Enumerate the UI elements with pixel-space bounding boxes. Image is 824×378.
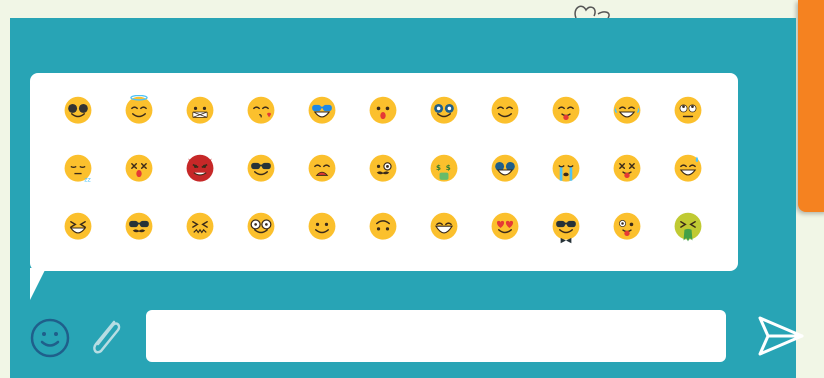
nerd-glasses-glyph	[430, 96, 458, 124]
emoji-smiling-icon[interactable]	[292, 203, 352, 253]
dizzy-face-glyph	[125, 154, 153, 182]
emoji-nerd-glasses-icon[interactable]	[414, 87, 474, 137]
emoji-kissing-heart-icon[interactable]	[231, 87, 291, 137]
round-glasses-glyph	[247, 212, 275, 240]
emoji-mouth-tape-icon[interactable]	[170, 87, 230, 137]
dead-tongue-glyph	[613, 154, 641, 182]
emoji-dark-sunglasses-icon[interactable]	[231, 145, 291, 195]
sunglasses-round-glyph	[64, 96, 92, 124]
emoji-money-mouth-icon[interactable]: $ $	[414, 145, 474, 195]
sweat-grin-glyph	[674, 154, 702, 182]
svg-text:zz: zz	[84, 177, 91, 184]
sleepy-glyph: zz	[64, 154, 92, 184]
tongue-out-glyph	[552, 96, 580, 124]
emoji-goofy-icon[interactable]	[597, 203, 657, 253]
paperclip-icon[interactable]	[84, 314, 126, 360]
emoji-sunglasses-round-icon[interactable]	[48, 87, 108, 137]
heart-eyes-glyph	[491, 212, 519, 240]
message-input[interactable]	[146, 310, 726, 362]
kissing-heart-glyph	[247, 96, 275, 124]
emoji-tears-of-joy-icon[interactable]	[597, 87, 657, 137]
emoji-sad-frown-icon[interactable]	[292, 145, 352, 195]
emoji-tongue-out-icon[interactable]	[536, 87, 596, 137]
sad-frown-glyph	[308, 154, 336, 182]
upside-down-glyph	[369, 212, 397, 240]
chat-panel: zz $ $	[10, 18, 804, 378]
emoji-dizzy-face-icon[interactable]	[109, 145, 169, 195]
mustache-sunglasses-glyph	[125, 212, 153, 240]
confounded-glyph	[186, 212, 214, 240]
mouth-tape-glyph	[186, 96, 214, 124]
svg-text:$: $	[436, 163, 441, 172]
composer-bar	[10, 300, 804, 378]
emoji-cool-sunglasses-icon[interactable]	[292, 87, 352, 137]
emoji-nauseated-icon[interactable]	[658, 203, 718, 253]
emoji-dead-tongue-icon[interactable]	[597, 145, 657, 195]
emoji-monocle-mustache-icon[interactable]	[353, 145, 413, 195]
beaming-glyph	[430, 212, 458, 240]
blue-sunglasses-grin-glyph	[491, 154, 519, 182]
nauseated-glyph	[674, 212, 702, 242]
emoji-confounded-icon[interactable]	[170, 203, 230, 253]
send-arrow-icon[interactable]	[752, 310, 808, 362]
emoji-mustache-sunglasses-icon[interactable]	[109, 203, 169, 253]
cool-sunglasses-glyph	[308, 96, 336, 124]
innocent-halo-glyph	[125, 95, 153, 124]
emoji-sweat-grin-icon[interactable]	[658, 145, 718, 195]
emoji-heart-eyes-icon[interactable]	[475, 203, 535, 253]
emoji-crying-stream-icon[interactable]	[536, 145, 596, 195]
emoji-blue-sunglasses-grin-icon[interactable]	[475, 145, 535, 195]
dark-sunglasses-glyph	[247, 154, 275, 182]
emoji-picker-tail	[30, 268, 62, 300]
emoji-beaming-icon[interactable]	[414, 203, 474, 253]
background-card	[798, 0, 824, 212]
svg-text:$: $	[446, 163, 451, 172]
emoji-bowtie-sunglasses-icon[interactable]	[536, 203, 596, 253]
tears-of-joy-glyph	[613, 96, 641, 124]
emoji-devil-icon[interactable]	[170, 145, 230, 195]
squint-laugh-glyph	[64, 212, 92, 240]
devil-glyph	[186, 154, 214, 182]
monocle-mustache-glyph	[369, 154, 397, 182]
emoji-squint-laugh-icon[interactable]	[48, 203, 108, 253]
emoji-innocent-halo-icon[interactable]	[109, 87, 169, 137]
goofy-glyph	[613, 212, 641, 240]
emoji-rolling-eyes-icon[interactable]	[658, 87, 718, 137]
smiling-glyph	[308, 212, 336, 240]
emoji-upside-down-icon[interactable]	[353, 203, 413, 253]
bowtie-sunglasses-glyph	[552, 212, 580, 244]
emoji-picker: zz $ $	[30, 73, 738, 271]
rolling-eyes-glyph	[674, 96, 702, 124]
crying-stream-glyph	[552, 154, 580, 182]
emoji-round-glasses-icon[interactable]	[231, 203, 291, 253]
money-mouth-glyph: $ $	[430, 154, 458, 182]
smiley-icon[interactable]	[28, 316, 72, 360]
emoji-smiling-eyes-icon[interactable]	[475, 87, 535, 137]
emoji-sleepy-icon[interactable]: zz	[48, 145, 108, 195]
smiling-eyes-glyph	[491, 96, 519, 124]
surprised-glyph	[369, 96, 397, 124]
emoji-surprised-icon[interactable]	[353, 87, 413, 137]
